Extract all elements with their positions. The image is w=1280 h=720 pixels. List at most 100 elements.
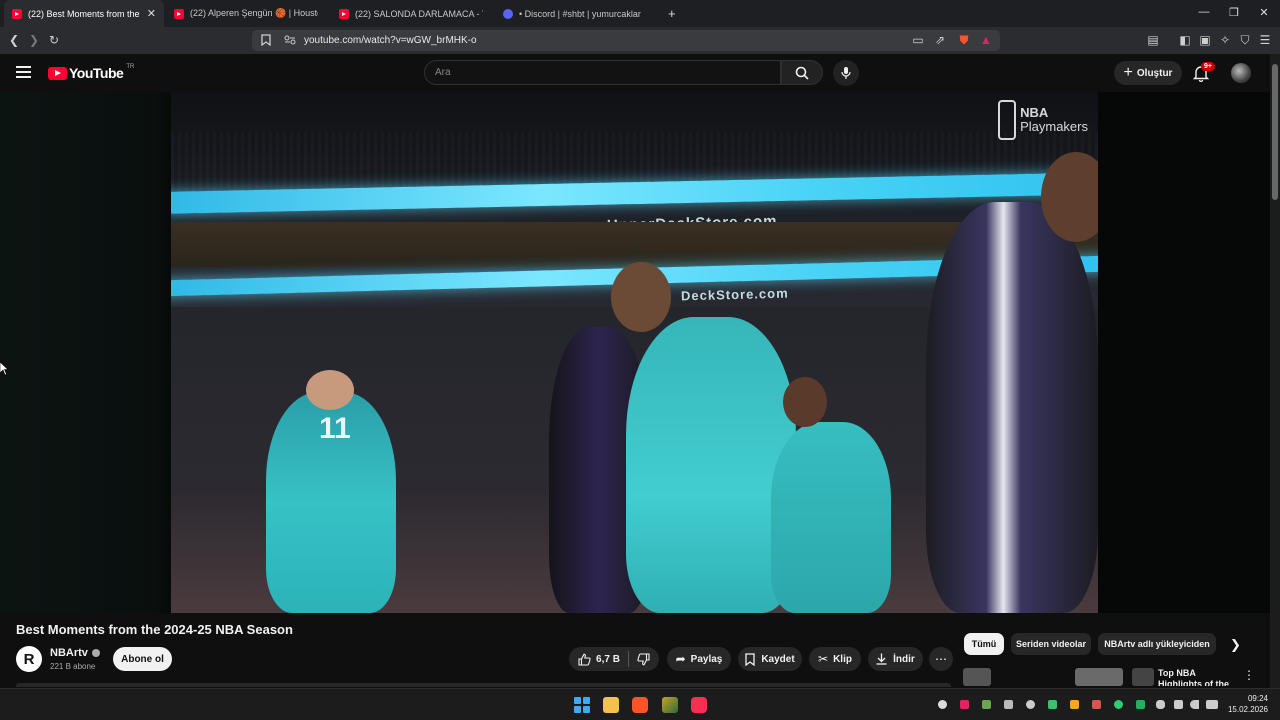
recommended-thumbnail[interactable] [963, 668, 991, 686]
search-button[interactable] [781, 60, 823, 85]
taskbar-clock[interactable]: 09:24 15.02.2026 [1222, 693, 1268, 715]
sidebar-toggle-icon[interactable]: ◧ [1177, 32, 1193, 48]
brave-browser-icon[interactable] [632, 697, 648, 713]
tray-app-icon[interactable] [1026, 700, 1035, 709]
like-button[interactable]: 6,7 B [578, 653, 620, 666]
music-app-icon[interactable] [691, 697, 707, 713]
wallet-icon[interactable]: ▣ [1197, 32, 1213, 48]
more-actions-button[interactable]: ⋯ [929, 647, 953, 671]
tray-app-icon[interactable] [960, 700, 969, 709]
dislike-button[interactable] [637, 652, 650, 666]
microphone-icon[interactable] [1156, 700, 1165, 709]
verified-check-icon [91, 649, 100, 657]
back-icon[interactable]: ❮ [6, 32, 22, 48]
divider [627, 651, 629, 667]
user-avatar[interactable] [1231, 63, 1251, 83]
player-teal-right [771, 422, 891, 613]
search-input[interactable] [435, 67, 765, 78]
watermark-line2: Playmakers [1020, 119, 1088, 134]
minimize-icon[interactable]: — [1197, 6, 1211, 18]
recommended-thumbnail[interactable] [1132, 668, 1154, 686]
chip-uploader[interactable]: NBArtv adlı yükleyiciden [1098, 633, 1216, 655]
scrollbar-thumb[interactable] [1272, 64, 1278, 200]
like-dislike-group: 6,7 B [569, 647, 659, 671]
menu-icon[interactable] [16, 66, 31, 78]
channel-avatar[interactable]: R [16, 646, 42, 672]
forward-icon[interactable]: ❯ [26, 32, 42, 48]
download-button[interactable]: İndir [868, 647, 923, 671]
brave-rewards-icon[interactable]: ▲ [978, 32, 994, 48]
bookmark-icon[interactable] [258, 32, 274, 48]
chip-all[interactable]: Tümü [964, 633, 1004, 655]
browser-tab-active[interactable]: (22) Best Moments from the 2024 ✕ [4, 0, 164, 27]
browser-menu-icon[interactable]: ☰ [1257, 32, 1273, 48]
subscribe-button[interactable]: Abone ol [113, 647, 172, 671]
mouse-cursor-icon [0, 362, 8, 376]
reader-mode-icon[interactable]: ▤ [1145, 32, 1161, 48]
tray-app-icon[interactable] [1048, 700, 1057, 709]
microphone-icon [841, 67, 851, 79]
league-client-icon[interactable] [662, 697, 678, 713]
recommended-video-title[interactable]: Top NBA Highlights of the [1158, 668, 1233, 686]
tray-app-icon[interactable] [1004, 700, 1013, 709]
subscriber-count: 221 B abone [50, 662, 96, 671]
tray-steam-icon[interactable] [938, 700, 947, 709]
tray-app-icon[interactable] [1136, 700, 1145, 709]
share-button[interactable]: ➦ Paylaş [667, 647, 731, 671]
youtube-play-icon [48, 66, 67, 80]
tab-title: • Discord | #shbt | yumurcaklar [519, 8, 641, 19]
site-info-icon[interactable] [282, 32, 298, 48]
brave-shields-icon[interactable]: ⛊ [956, 32, 972, 48]
tab-title: (22) Alperen Şengün 🏀 | Houston R [190, 8, 318, 18]
voice-search-button[interactable] [833, 60, 859, 86]
chevron-right-icon[interactable]: ❯ [1230, 637, 1241, 653]
create-button[interactable]: + Oluştur [1114, 61, 1182, 85]
battery-icon[interactable] [1206, 700, 1218, 709]
network-icon[interactable] [1174, 700, 1183, 709]
file-explorer-icon[interactable] [603, 697, 619, 713]
kebab-menu-icon[interactable]: ⋮ [1243, 668, 1255, 682]
scene-text: DeckStore.com [680, 285, 789, 304]
vpn-icon[interactable]: ⛉ [1237, 32, 1253, 48]
like-count: 6,7 B [596, 653, 620, 665]
browser-tab[interactable]: (22) SALONDA DARLAMACA - YouTu [331, 0, 491, 27]
clip-button[interactable]: ✂ Klip [809, 647, 861, 671]
video-title: Best Moments from the 2024-25 NBA Season [16, 622, 293, 637]
new-tab-button[interactable]: + [660, 0, 680, 27]
logo-text: YouTube [69, 65, 124, 81]
watermark-line1: NBA [1020, 105, 1049, 120]
save-button[interactable]: Kaydet [738, 647, 802, 671]
jersey-number: 11 [319, 412, 351, 445]
nba-logo-icon [998, 100, 1017, 140]
notifications-badge: 9+ [1201, 62, 1215, 71]
tray-app-icon[interactable] [1092, 700, 1101, 709]
reload-icon[interactable]: ↻ [46, 32, 62, 48]
tray-app-icon[interactable] [1114, 700, 1123, 709]
youtube-header: YouTube TR + Oluştur 9+ [0, 54, 1270, 92]
address-bar[interactable]: youtube.com/watch?v=wGW_brMHK-o ▭ ⇗ ⛊ ▲ [252, 30, 1000, 51]
browser-tab[interactable]: (22) Alperen Şengün 🏀 | Houston R [166, 0, 326, 27]
channel-name-text: NBArtv [50, 647, 88, 659]
close-window-icon[interactable]: ✕ [1257, 6, 1271, 19]
share-page-icon[interactable]: ⇗ [932, 32, 948, 48]
restore-icon[interactable]: ❐ [1227, 6, 1241, 19]
browser-tab[interactable]: • Discord | #shbt | yumurcaklar [495, 0, 655, 27]
volume-icon[interactable] [1190, 700, 1199, 709]
youtube-logo[interactable]: YouTube TR [48, 64, 134, 81]
channel-name[interactable]: NBArtv [50, 647, 100, 659]
description-box[interactable] [16, 683, 951, 687]
youtube-icon [12, 8, 22, 19]
youtube-icon [339, 8, 349, 19]
scissors-icon: ✂ [818, 652, 829, 666]
cast-icon[interactable]: ▭ [910, 32, 926, 48]
tray-app-icon[interactable] [982, 700, 991, 709]
chip-series[interactable]: Seriden videolar [1011, 633, 1091, 655]
leo-ai-icon[interactable]: ✧ [1217, 32, 1233, 48]
close-tab-icon[interactable]: ✕ [141, 7, 156, 20]
recommended-thumbnail[interactable] [1075, 668, 1123, 686]
tray-app-icon[interactable] [1070, 700, 1079, 709]
windows-start-icon[interactable] [574, 697, 590, 713]
youtube-icon [174, 8, 184, 19]
video-player[interactable]: UpperDeckStore.com DeckStore.com 11 NBA … [171, 92, 1098, 613]
windows-taskbar [0, 688, 1280, 720]
